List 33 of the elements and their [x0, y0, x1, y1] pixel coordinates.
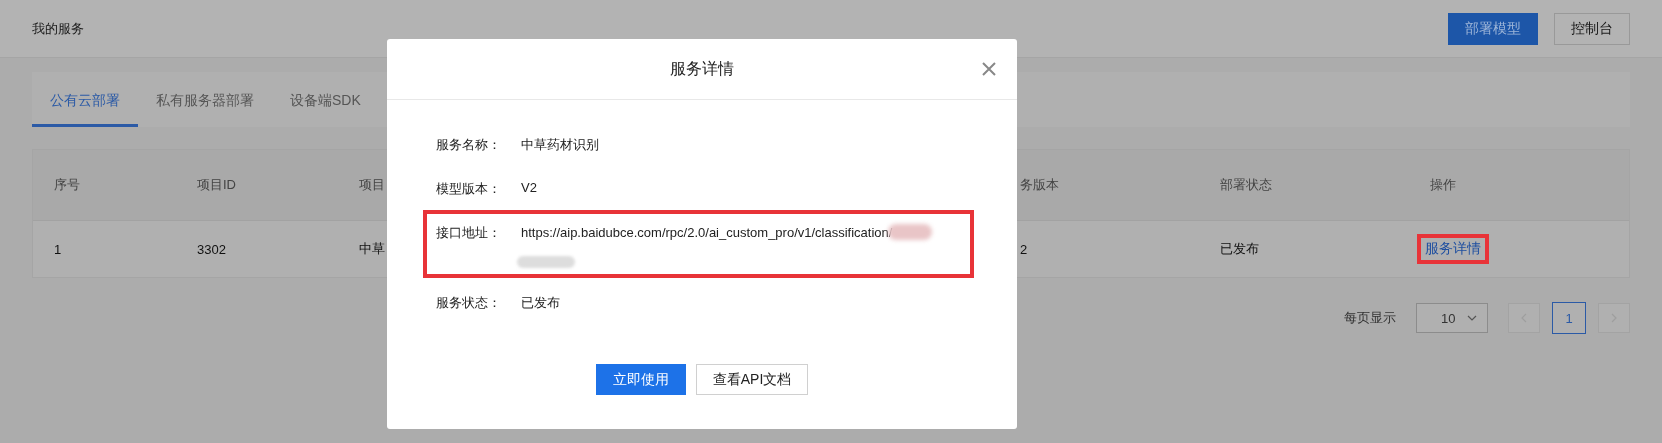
dialog-button[interactable]: 查看API文档 [695, 364, 809, 395]
table-cell: 中草 [359, 240, 385, 258]
field-value: V2 [521, 180, 537, 195]
table-cell: 1 [54, 241, 62, 257]
field-label: 接口地址： [436, 224, 502, 242]
tab[interactable]: 公有云部署 [32, 72, 138, 127]
table-cell: 3302 [197, 241, 226, 257]
column-header: 序号 [54, 176, 80, 194]
page-title: 我的服务 [32, 19, 85, 38]
table-cell: 2 [1020, 241, 1028, 257]
field-label: 模型版本： [436, 180, 502, 198]
column-header: 操作 [1430, 176, 1456, 194]
redaction-blur [517, 256, 575, 268]
page-size-label: 每页显示 [1344, 309, 1396, 327]
field-label: 服务名称： [436, 136, 502, 154]
field-label: 服务状态： [436, 294, 502, 312]
chevron-down-icon [1467, 315, 1477, 321]
column-header: 务版本 [1020, 176, 1059, 194]
page-size-select[interactable]: 10 [1416, 303, 1488, 333]
tab[interactable]: 设备端SDK [272, 72, 379, 127]
dialog-title: 服务详情 [670, 58, 734, 79]
table-cell: 已发布 [1220, 240, 1259, 258]
field-value: 已发布 [521, 294, 560, 312]
field-value: https://aip.baidubce.com/rpc/2.0/ai_custom_pro/v1/classification/ [521, 224, 893, 240]
column-header: 项目ID [197, 176, 236, 194]
page-button[interactable]: 1 [1552, 302, 1586, 334]
dialog-button[interactable]: 立即使用 [595, 364, 686, 395]
header-button[interactable]: 部署模型 [1448, 12, 1538, 45]
column-header: 项目 [359, 176, 385, 194]
header-button[interactable]: 控制台 [1554, 12, 1630, 45]
column-header: 部署状态 [1220, 176, 1272, 194]
tab[interactable]: 私有服务器部署 [138, 72, 272, 127]
field-value: 中草药材识别 [521, 136, 599, 154]
